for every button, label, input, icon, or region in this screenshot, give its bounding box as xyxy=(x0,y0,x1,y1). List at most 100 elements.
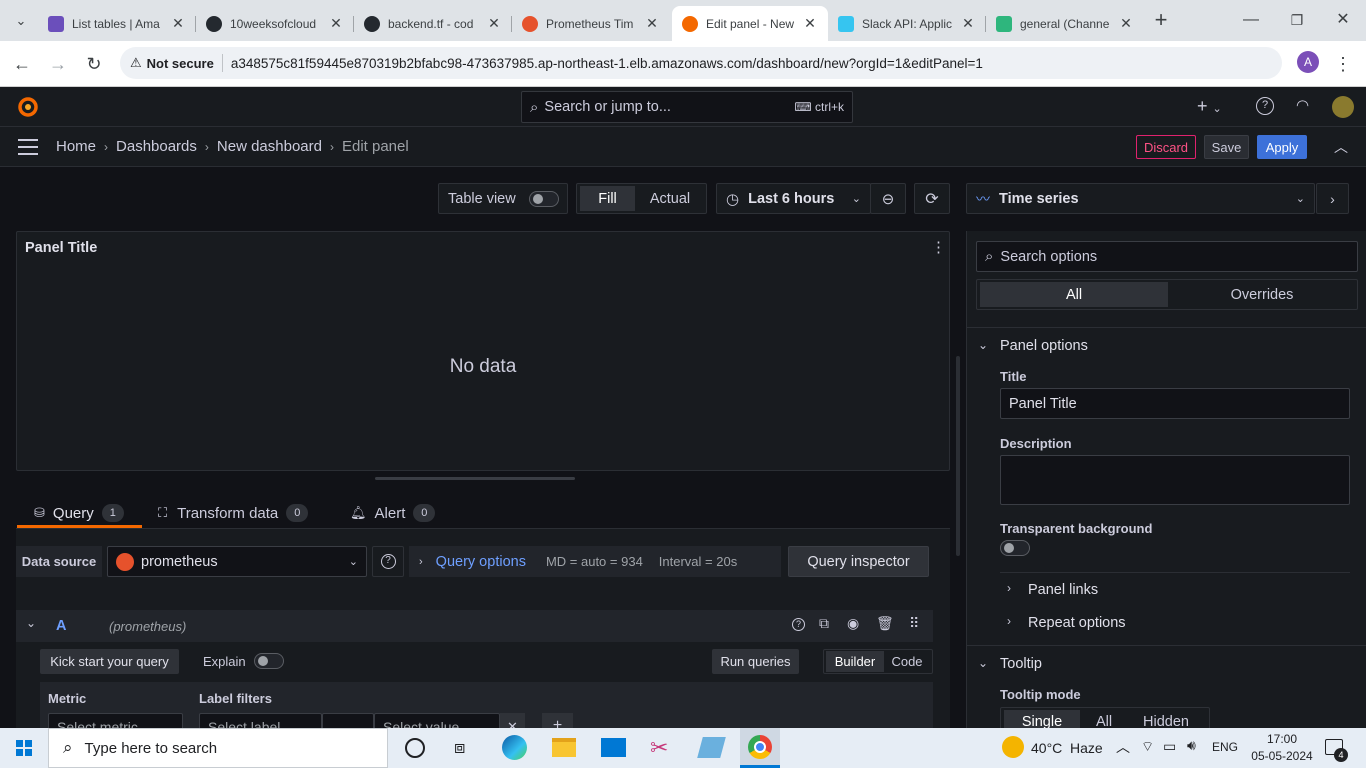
actual-option[interactable]: Actual xyxy=(635,186,705,211)
transparent-background-switch[interactable] xyxy=(1000,540,1030,556)
datasource-help-button[interactable]: ? xyxy=(372,546,404,577)
zoom-out-icon[interactable]: ⊖ xyxy=(870,183,906,214)
temperature[interactable]: 40°C xyxy=(1031,740,1062,756)
builder-option[interactable]: Builder xyxy=(826,651,884,672)
query-options-bar[interactable]: › Query options MD = auto = 934 Interval… xyxy=(409,546,781,577)
edge-icon[interactable] xyxy=(502,735,527,760)
tab-close-icon[interactable]: ✕ xyxy=(486,15,502,32)
query-inspector-button[interactable]: Query inspector xyxy=(788,546,929,577)
run-queries-button[interactable]: Run queries xyxy=(712,649,799,674)
forward-icon[interactable]: → xyxy=(45,51,71,77)
reload-icon[interactable]: ↻ xyxy=(81,51,107,77)
refresh-icon[interactable]: ⟳ xyxy=(914,183,950,214)
tooltip-heading[interactable]: Tooltip xyxy=(1000,656,1042,672)
volume-icon[interactable]: 🔊︎ xyxy=(1187,737,1196,754)
table-view-toggle-group[interactable]: Table view xyxy=(438,183,568,214)
breadcrumb-dashboards[interactable]: Dashboards xyxy=(116,138,197,155)
breadcrumb-home[interactable]: Home xyxy=(56,138,96,155)
panel-options-heading[interactable]: Panel options xyxy=(1000,338,1088,354)
help-icon[interactable]: ? xyxy=(1256,97,1274,115)
visualization-picker[interactable]: 〰 Time series ⌄ xyxy=(966,183,1315,214)
clock-date[interactable]: 05-05-2024 xyxy=(1247,749,1317,763)
save-button[interactable]: Save xyxy=(1204,135,1249,159)
menu-kebab-icon[interactable]: ⋮ xyxy=(1330,51,1356,77)
browser-tab[interactable]: Prometheus Tim ✕ xyxy=(512,6,670,41)
time-range-picker[interactable]: ◷ Last 6 hours ⌄ xyxy=(716,183,871,214)
tab-close-icon[interactable]: ✕ xyxy=(328,15,344,32)
description-textarea[interactable] xyxy=(1000,455,1350,505)
network-icon[interactable]: ⌔ xyxy=(1141,738,1154,756)
tab-close-icon[interactable]: ✕ xyxy=(1118,15,1134,32)
datasource-picker[interactable]: prometheus ⌄ xyxy=(107,546,367,577)
apply-button[interactable]: Apply xyxy=(1257,135,1307,159)
file-explorer-icon[interactable] xyxy=(552,738,576,757)
resize-splitter-handle[interactable] xyxy=(375,477,575,480)
panel-links-heading[interactable]: Panel links xyxy=(1028,582,1098,598)
fill-option[interactable]: Fill xyxy=(580,186,635,211)
user-avatar[interactable] xyxy=(1332,96,1354,118)
tab-close-icon[interactable]: ✕ xyxy=(802,15,818,32)
chrome-taskbar-button[interactable] xyxy=(740,728,780,768)
search-bar[interactable]: ⌕ Search or jump to... ⌨ ctrl+k xyxy=(521,91,853,123)
tab-close-icon[interactable]: ✕ xyxy=(960,15,976,32)
chevron-up-icon[interactable]: ︿ xyxy=(1116,737,1130,757)
help-icon[interactable]: ? xyxy=(792,618,805,631)
all-option[interactable]: All xyxy=(980,282,1168,307)
drag-handle-icon[interactable]: ⠿ xyxy=(909,615,919,632)
windows-start-icon[interactable] xyxy=(16,740,32,756)
code-option[interactable]: Code xyxy=(884,651,930,672)
duplicate-icon[interactable]: ⧉ xyxy=(819,615,829,632)
eye-icon[interactable]: ◉ xyxy=(847,615,859,632)
tab-close-icon[interactable]: ✕ xyxy=(170,15,186,32)
language-indicator[interactable]: ENG xyxy=(1212,740,1238,754)
expand-chevron-right-icon[interactable]: › xyxy=(1316,183,1349,214)
task-view-icon[interactable]: ⧈ xyxy=(454,737,465,758)
collapse-chevron-up-icon[interactable]: ︿ xyxy=(1334,137,1348,157)
explain-switch[interactable] xyxy=(254,653,284,669)
taskbar-search-box[interactable]: ⌕ Type here to search xyxy=(48,728,388,768)
kick-start-button[interactable]: Kick start your query xyxy=(40,649,179,674)
address-bar[interactable]: ⚠ Not secure a348575c81f59445e870319b2bf… xyxy=(120,47,1282,79)
tab-query[interactable]: ⛁ Query 1 xyxy=(34,500,124,526)
browser-tab[interactable]: backend.tf - cod ✕ xyxy=(354,6,512,41)
grafana-logo-icon[interactable] xyxy=(17,96,39,118)
cortana-icon[interactable] xyxy=(405,738,425,758)
chevron-right-icon[interactable]: › xyxy=(1007,581,1011,595)
browser-tab-active[interactable]: Edit panel - New ✕ xyxy=(672,6,828,41)
discard-button[interactable]: Discard xyxy=(1136,135,1196,159)
breadcrumb-new-dashboard[interactable]: New dashboard xyxy=(217,138,322,155)
new-tab-icon[interactable]: + xyxy=(1148,7,1174,33)
clock-time[interactable]: 17:00 xyxy=(1252,732,1312,746)
collapse-chevron-down-icon[interactable]: ⌄ xyxy=(26,616,36,630)
chevron-right-icon[interactable]: › xyxy=(1007,614,1011,628)
weather-condition[interactable]: Haze xyxy=(1070,740,1103,756)
tab-close-icon[interactable]: ✕ xyxy=(644,15,660,32)
repeat-options-heading[interactable]: Repeat options xyxy=(1028,615,1126,631)
security-label[interactable]: Not secure xyxy=(147,56,214,71)
weather-icon[interactable] xyxy=(1002,736,1024,758)
battery-icon[interactable]: ▭ xyxy=(1163,738,1176,755)
title-input[interactable]: Panel Title xyxy=(1000,388,1350,419)
query-ref-id[interactable]: A xyxy=(56,618,66,634)
tab-search-chevron-icon[interactable]: ⌄ xyxy=(8,8,34,34)
mail-icon[interactable] xyxy=(601,738,626,757)
menu-hamburger-icon[interactable] xyxy=(18,139,38,155)
warning-icon[interactable]: ⚠ xyxy=(130,55,142,71)
minimize-icon[interactable]: — xyxy=(1238,7,1264,33)
url-text[interactable]: a348575c81f59445e870319b2bfabc98-4736379… xyxy=(231,56,983,71)
back-icon[interactable]: ← xyxy=(9,51,35,77)
browser-tab[interactable]: 10weeksofcloud ✕ xyxy=(196,6,354,41)
restore-icon[interactable]: ❐ xyxy=(1284,7,1310,33)
browser-tab[interactable]: general (Channe ✕ xyxy=(986,6,1144,41)
browser-tab[interactable]: List tables | Ama ✕ xyxy=(38,6,196,41)
tab-transform[interactable]: ⛶ Transform data 0 xyxy=(158,500,309,526)
tab-alert[interactable]: 🔔︎ Alert 0 xyxy=(350,500,436,526)
snipping-tool-icon[interactable]: ✂ xyxy=(650,735,668,761)
chevron-down-icon[interactable]: ⌄ xyxy=(978,656,988,670)
close-window-icon[interactable]: ✕ xyxy=(1330,7,1356,33)
profile-avatar[interactable]: A xyxy=(1297,51,1319,73)
table-view-switch[interactable] xyxy=(529,191,559,207)
options-search-input[interactable]: ⌕ Search options xyxy=(976,241,1358,272)
notepad-icon[interactable] xyxy=(697,737,726,758)
overrides-option[interactable]: Overrides xyxy=(1168,282,1356,307)
